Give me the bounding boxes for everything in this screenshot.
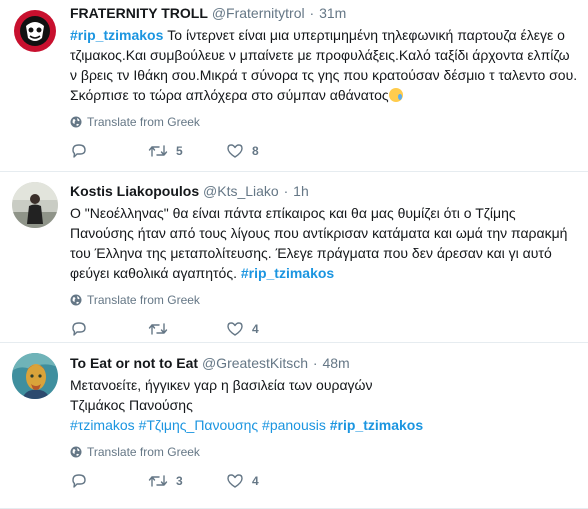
like-count: 4 — [252, 322, 259, 336]
tweet-line: Τζιμάκος Πανούσης — [70, 397, 193, 413]
tweet-actions: 4 — [70, 319, 578, 339]
separator-dot: · — [283, 183, 289, 199]
reply-button[interactable] — [70, 473, 148, 489]
reply-icon — [72, 474, 86, 488]
like-button[interactable]: 4 — [226, 473, 304, 489]
retweet-count: 3 — [176, 474, 183, 488]
tweet-actions: 5 8 — [70, 141, 578, 161]
avatar[interactable] — [12, 8, 58, 54]
avatar[interactable] — [12, 182, 58, 228]
heart-icon — [227, 322, 243, 336]
display-name[interactable]: FRATERNITY TROLL — [70, 5, 208, 21]
translate-link[interactable]: Translate from Greek — [70, 444, 578, 460]
tweet[interactable]: To Eat or not to Eat @GreatestKitsch · 4… — [0, 343, 588, 509]
tweet-header: Kostis Liakopoulos @Kts_Liako · 1h — [70, 182, 578, 201]
tweet-feed: FRATERNITY TROLL @Fraternitytrol · 31m #… — [0, 0, 588, 509]
user-handle[interactable]: @GreatestKitsch — [202, 355, 308, 371]
globe-icon — [70, 294, 82, 306]
hashtag-link[interactable]: #Τζιμης_Πανουσης — [139, 417, 259, 433]
display-name[interactable]: To Eat or not to Eat — [70, 355, 198, 371]
like-button[interactable]: 8 — [226, 143, 304, 159]
globe-icon — [70, 116, 82, 128]
display-name[interactable]: Kostis Liakopoulos — [70, 183, 199, 199]
tweet[interactable]: Kostis Liakopoulos @Kts_Liako · 1h Ο "Νε… — [0, 172, 588, 343]
like-button[interactable]: 4 — [226, 321, 304, 337]
hashtag-link[interactable]: #rip_tzimakos — [330, 417, 423, 433]
globe-icon — [70, 446, 82, 458]
reply-icon — [72, 144, 86, 158]
retweet-button[interactable]: 5 — [148, 143, 226, 159]
tweet-header: To Eat or not to Eat @GreatestKitsch · 4… — [70, 354, 578, 373]
hashtag-link[interactable]: #rip_tzimakos — [241, 265, 334, 281]
reply-button[interactable] — [70, 321, 148, 337]
translate-label: Translate from Greek — [87, 293, 200, 307]
retweet-icon — [148, 323, 168, 335]
hashtag-link[interactable]: #τzimakos — [70, 417, 135, 433]
translate-label: Translate from Greek — [87, 115, 200, 129]
translate-link[interactable]: Translate from Greek — [70, 114, 578, 130]
tweet-text: Ο "Νεοέλληνας" θα είναι πάντα επίκαιρος … — [70, 203, 578, 283]
retweet-icon — [148, 475, 168, 487]
reply-icon — [72, 322, 86, 336]
timestamp[interactable]: 48m — [322, 355, 349, 371]
translate-link[interactable]: Translate from Greek — [70, 292, 578, 308]
translate-label: Translate from Greek — [87, 445, 200, 459]
separator-dot: · — [309, 5, 315, 21]
heart-icon — [227, 474, 243, 488]
tweet-line: Μετανοείτε, ήγγικεν γαρ η βασιλεία των ο… — [70, 377, 373, 393]
user-handle[interactable]: @Fraternitytrol — [212, 5, 305, 21]
hashtag-line: #τzimakos #Τζιμης_Πανουσης #panousis #ri… — [70, 415, 578, 435]
hashtag-link[interactable]: #rip_tzimakos — [70, 27, 163, 43]
sad-relieved-face-emoji-icon — [388, 88, 403, 102]
retweet-icon — [148, 145, 168, 157]
separator-dot: · — [312, 355, 318, 371]
tweet-header: FRATERNITY TROLL @Fraternitytrol · 31m — [70, 4, 578, 23]
heart-icon — [227, 144, 243, 158]
tweet[interactable]: FRATERNITY TROLL @Fraternitytrol · 31m #… — [0, 0, 588, 172]
retweet-count: 5 — [176, 144, 183, 158]
hashtag-link[interactable]: #panousis — [262, 417, 326, 433]
tweet-actions: 3 4 — [70, 471, 578, 491]
retweet-button[interactable]: 3 — [148, 473, 226, 489]
timestamp[interactable]: 1h — [293, 183, 309, 199]
tweet-text: Μετανοείτε, ήγγικεν γαρ η βασιλεία των ο… — [70, 375, 578, 435]
like-count: 4 — [252, 474, 259, 488]
tweet-text: #rip_tzimakos Το ίντερνετ είναι μια υπερ… — [70, 25, 578, 105]
timestamp[interactable]: 31m — [319, 5, 346, 21]
reply-button[interactable] — [70, 143, 148, 159]
like-count: 8 — [252, 144, 259, 158]
retweet-button[interactable] — [148, 321, 226, 337]
user-handle[interactable]: @Kts_Liako — [203, 183, 279, 199]
avatar[interactable] — [12, 353, 58, 399]
